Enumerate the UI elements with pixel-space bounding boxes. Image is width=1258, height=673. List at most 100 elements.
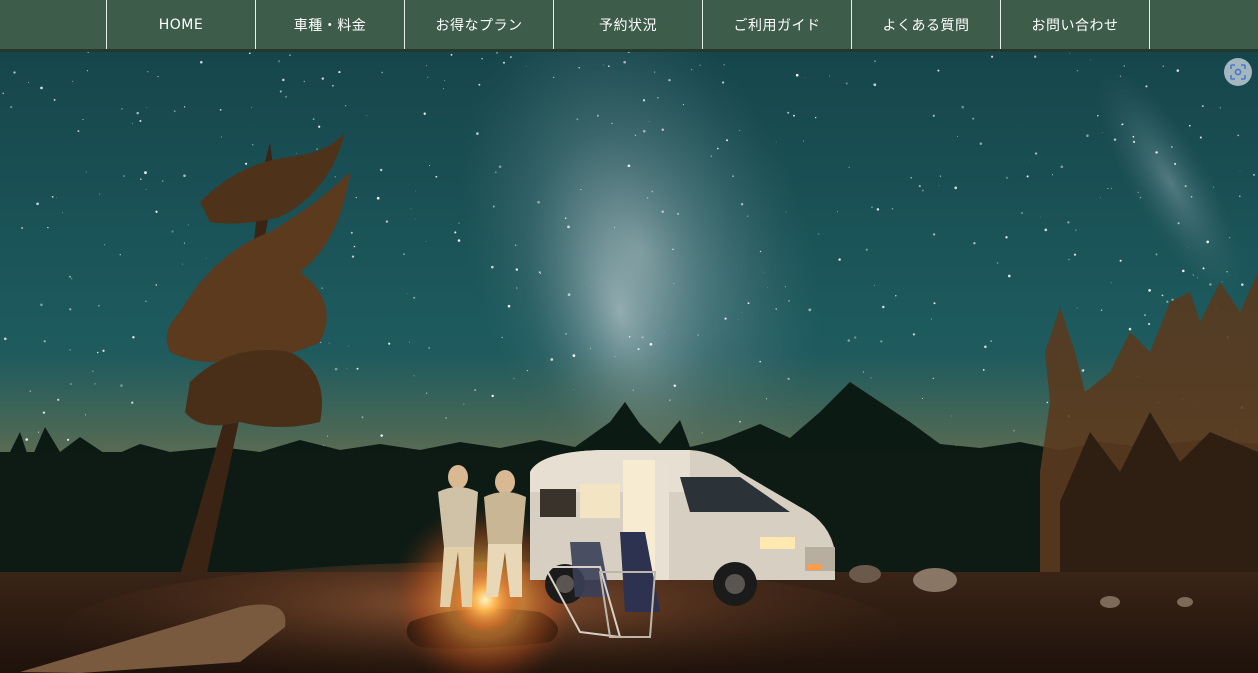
star <box>248 52 251 55</box>
star <box>516 287 518 289</box>
star <box>789 404 791 406</box>
star <box>155 210 158 213</box>
star <box>454 231 457 234</box>
star <box>355 196 357 199</box>
star <box>350 231 353 234</box>
star <box>3 337 7 341</box>
star <box>145 188 147 190</box>
star <box>596 114 599 117</box>
star <box>930 318 933 320</box>
star <box>1005 236 1008 239</box>
star <box>990 55 994 58</box>
nav-item-label: お得なプラン <box>435 17 523 34</box>
star <box>657 97 659 99</box>
star <box>876 208 880 211</box>
star <box>21 227 24 229</box>
star <box>491 394 494 398</box>
star <box>921 397 923 400</box>
star <box>1075 229 1077 231</box>
star <box>312 118 315 120</box>
star <box>1067 221 1070 224</box>
star <box>492 205 495 208</box>
star <box>380 168 383 172</box>
nav-item-plans[interactable]: お得なプラン <box>405 0 554 49</box>
star <box>219 109 222 111</box>
star <box>140 178 142 180</box>
star <box>576 118 579 121</box>
star <box>637 348 640 351</box>
star <box>649 342 653 346</box>
star <box>870 377 872 379</box>
star <box>1148 289 1151 292</box>
star <box>346 367 348 369</box>
star <box>414 218 416 220</box>
nav-item-vehicles-pricing[interactable]: 車種・料金 <box>256 0 405 49</box>
star <box>92 370 94 372</box>
star <box>1132 135 1135 138</box>
star <box>474 389 476 391</box>
star <box>1155 151 1158 154</box>
star <box>1184 185 1187 188</box>
star <box>171 230 174 233</box>
star <box>481 58 483 60</box>
star <box>1100 309 1103 311</box>
star <box>385 220 389 223</box>
star <box>1026 175 1029 178</box>
star <box>918 185 921 188</box>
star <box>187 224 189 226</box>
star <box>1096 114 1099 117</box>
nav-item-label: お問い合わせ <box>1031 17 1119 34</box>
star <box>1206 240 1210 244</box>
star <box>623 60 627 64</box>
star <box>526 370 528 372</box>
star <box>611 122 613 125</box>
star <box>413 296 416 299</box>
star <box>1100 197 1101 199</box>
star <box>84 414 87 416</box>
nav-item-faq[interactable]: よくある質問 <box>852 0 1001 49</box>
star <box>1005 176 1009 180</box>
star <box>677 212 680 215</box>
nav-item-reservation-status[interactable]: 予約状況 <box>554 0 703 49</box>
star <box>139 120 142 122</box>
nav-item-guide[interactable]: ご利用ガイド <box>703 0 852 49</box>
star <box>1020 211 1024 215</box>
star <box>982 368 985 371</box>
star <box>205 257 207 259</box>
star <box>1171 146 1173 148</box>
star <box>673 282 675 284</box>
nav-item-home[interactable]: HOME <box>107 0 256 49</box>
star <box>331 84 334 87</box>
star <box>939 175 942 177</box>
star <box>131 401 134 404</box>
star <box>316 148 318 150</box>
star <box>661 210 664 213</box>
star <box>428 164 431 166</box>
star <box>565 332 567 335</box>
star <box>848 166 850 168</box>
star <box>938 185 940 187</box>
star <box>578 67 580 69</box>
star <box>793 114 795 117</box>
star <box>762 271 764 273</box>
star <box>1201 105 1204 108</box>
star <box>697 334 699 336</box>
star <box>334 176 336 178</box>
star <box>1144 314 1146 316</box>
star <box>933 302 936 305</box>
star <box>1069 52 1071 54</box>
star <box>1046 401 1049 404</box>
nav-item-contact[interactable]: お問い合わせ <box>1001 0 1150 49</box>
star <box>1239 195 1241 198</box>
star <box>1237 134 1240 137</box>
star <box>1051 174 1054 176</box>
star <box>627 164 631 168</box>
star <box>724 317 727 320</box>
star <box>450 53 453 56</box>
hero-scene <box>0 52 1258 673</box>
star <box>937 69 940 72</box>
star <box>120 107 123 110</box>
lens-search-button[interactable] <box>1224 58 1252 86</box>
star <box>1239 170 1241 171</box>
star <box>767 287 768 288</box>
